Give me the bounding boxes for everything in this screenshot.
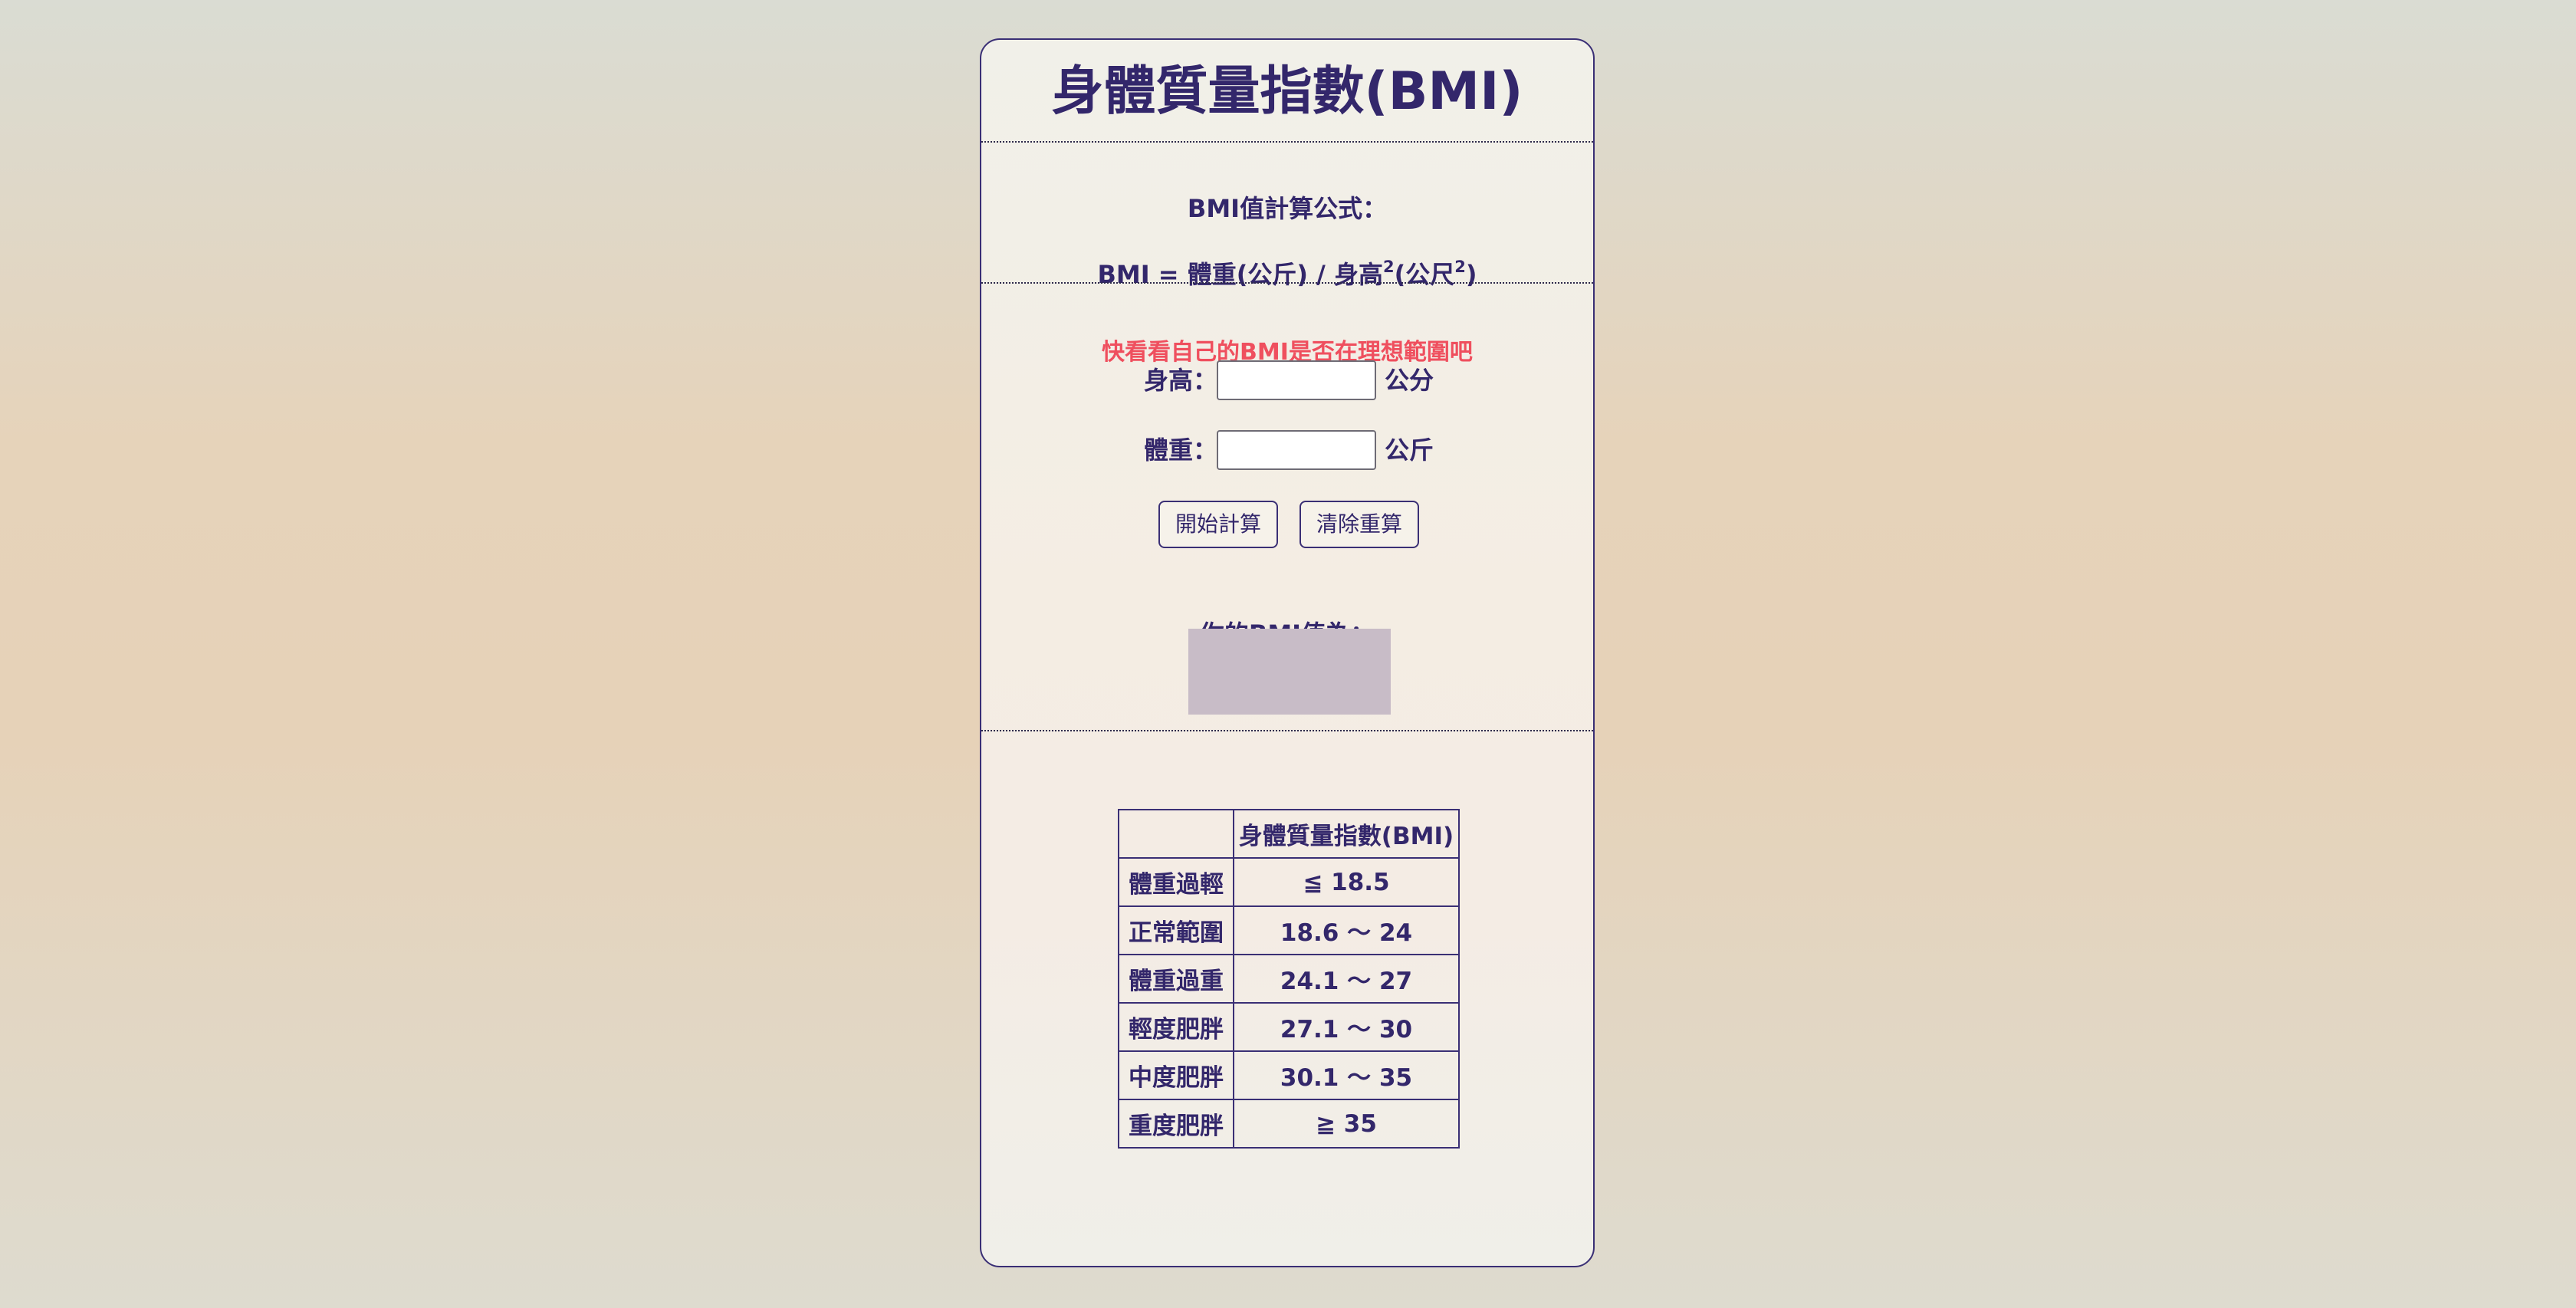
category-cell: 重度肥胖 [1118, 1099, 1234, 1149]
height-row: 身高： 公分 [981, 360, 1593, 400]
reset-button[interactable]: 清除重算 [1300, 501, 1419, 548]
bmi-range-table: 身體質量指數(BMI) 體重過輕 ≦ 18.5 正常範圍 18.6 ～ 24 體… [1118, 809, 1460, 1149]
range-cell: 18.6 ～ 24 [1233, 905, 1460, 955]
weight-label: 體重： [1144, 435, 1218, 465]
formula-exponent-height: 2 [1382, 258, 1395, 276]
category-cell: 輕度肥胖 [1118, 1002, 1234, 1052]
formula-divider [981, 282, 1593, 284]
formula-suffix: ) [1465, 260, 1477, 289]
formula-prefix: BMI = 體重(公斤) / 身高 [1097, 260, 1383, 289]
height-unit: 公分 [1385, 366, 1434, 395]
height-input[interactable] [1217, 360, 1376, 400]
height-label: 身高： [1144, 366, 1218, 395]
range-cell: ≦ 18.5 [1233, 857, 1460, 907]
formula-middle: (公尺 [1394, 260, 1455, 289]
table-row: 重度肥胖 ≧ 35 [1118, 1099, 1460, 1149]
bmi-result-box [1188, 629, 1391, 715]
range-cell: 24.1 ～ 27 [1233, 954, 1460, 1004]
range-cell: 27.1 ～ 30 [1233, 1002, 1460, 1052]
category-cell: 正常範圍 [1118, 905, 1234, 955]
form-divider [981, 730, 1593, 731]
range-cell: 30.1 ～ 35 [1233, 1050, 1460, 1100]
range-cell: ≧ 35 [1233, 1099, 1460, 1149]
table-row: 正常範圍 18.6 ～ 24 [1118, 905, 1460, 955]
table-header-cell: 身體質量指數(BMI) [1233, 809, 1460, 859]
bmi-card: 身體質量指數(BMI) BMI值計算公式： BMI = 體重(公斤) / 身高2… [980, 38, 1595, 1267]
weight-row: 體重： 公斤 [981, 430, 1593, 470]
table-row: 輕度肥胖 27.1 ～ 30 [1118, 1002, 1460, 1052]
table-row: 體重過重 24.1 ～ 27 [1118, 954, 1460, 1004]
category-cell: 體重過重 [1118, 954, 1234, 1004]
table-header-row: 身體質量指數(BMI) [1118, 809, 1460, 859]
calculate-button[interactable]: 開始計算 [1158, 501, 1278, 548]
formula-label: BMI值計算公式： [1187, 194, 1388, 223]
table-header-cell [1118, 809, 1234, 859]
weight-input[interactable] [1217, 430, 1376, 470]
formula-exponent-meter: 2 [1454, 258, 1466, 276]
category-cell: 體重過輕 [1118, 857, 1234, 907]
table-row: 中度肥胖 30.1 ～ 35 [1118, 1050, 1460, 1100]
table-row: 體重過輕 ≦ 18.5 [1118, 857, 1460, 907]
formula-text: BMI = 體重(公斤) / 身高2(公尺2) [981, 258, 1593, 291]
page-title: 身體質量指數(BMI) [1051, 61, 1523, 122]
title-divider [981, 141, 1593, 143]
weight-unit: 公斤 [1385, 435, 1434, 465]
category-cell: 中度肥胖 [1118, 1050, 1234, 1100]
